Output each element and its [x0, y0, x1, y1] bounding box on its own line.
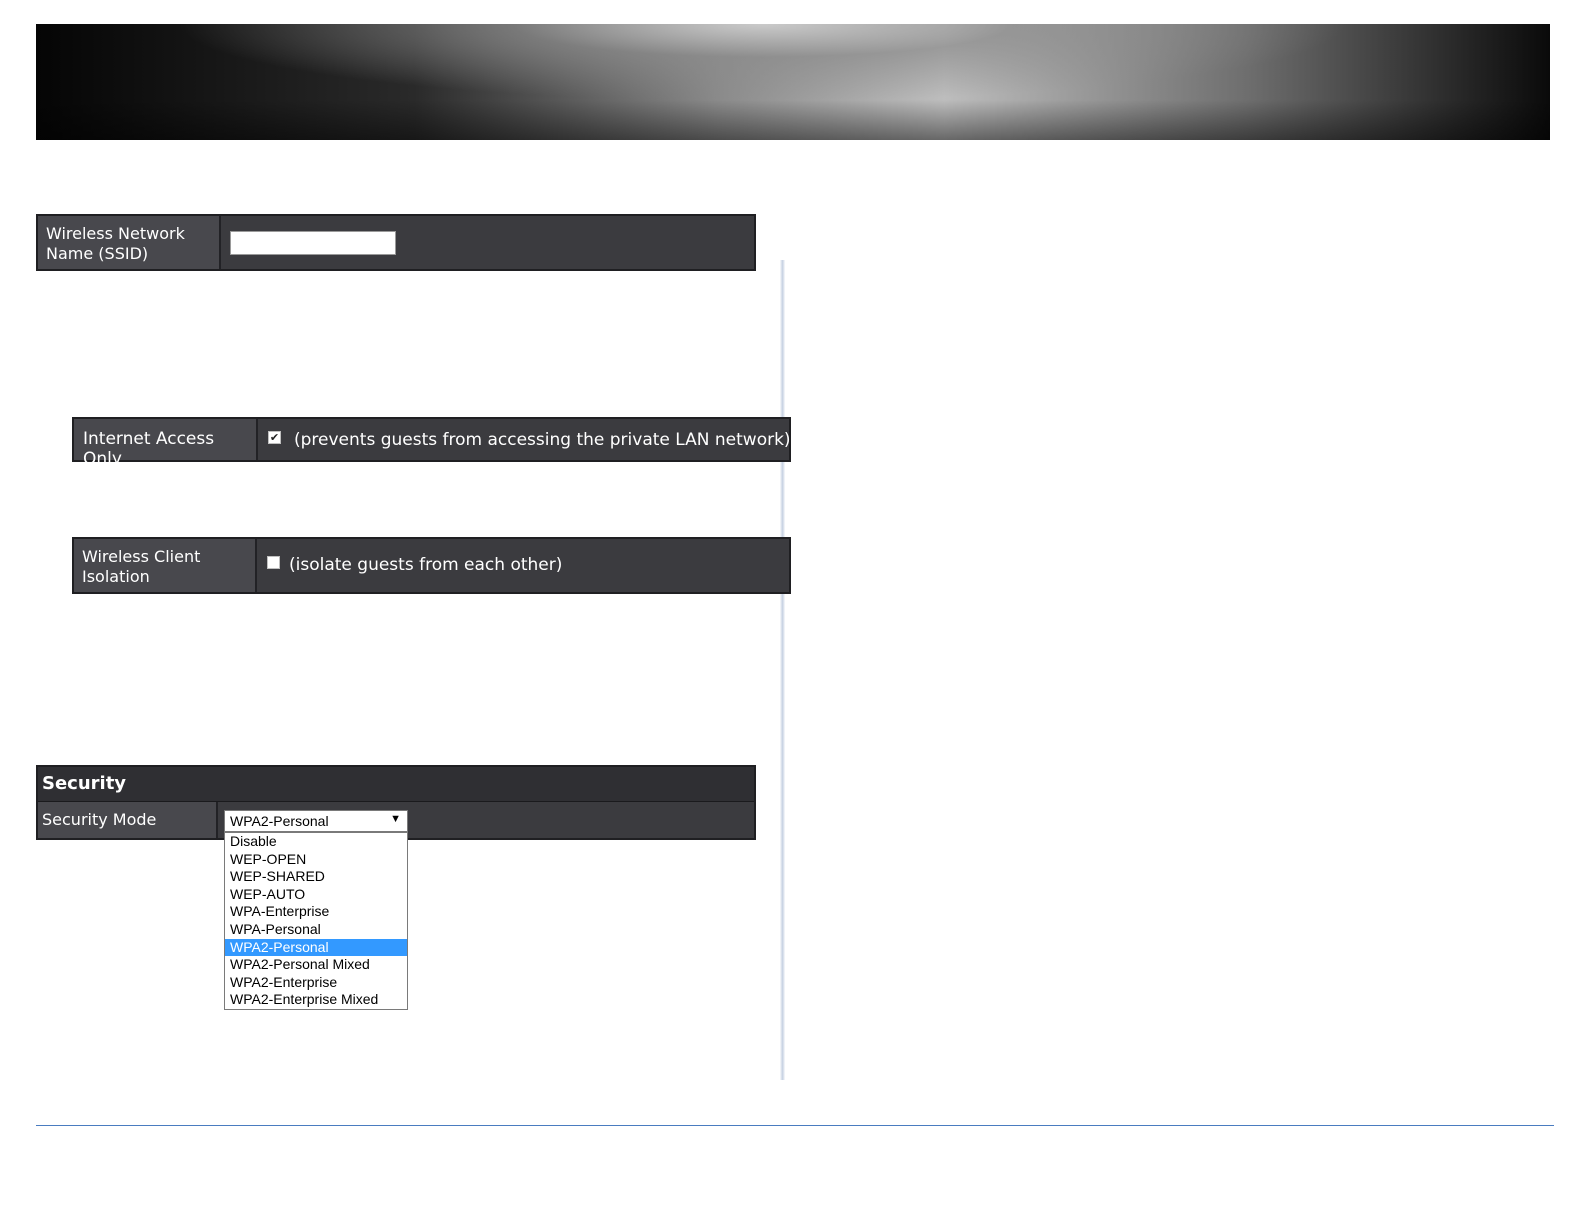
- dropdown-option[interactable]: WEP-AUTO: [225, 886, 407, 904]
- vertical-divider: [780, 260, 785, 1080]
- triangle-down-icon[interactable]: ▼: [390, 813, 401, 825]
- internet-access-checkbox[interactable]: ✔: [268, 431, 281, 444]
- client-isolation-panel: Wireless Client Isolation (isolate guest…: [72, 537, 791, 594]
- internet-access-value-cell: ✔ (prevents guests from accessing the pr…: [258, 419, 791, 460]
- security-header: Security: [38, 767, 754, 802]
- internet-access-panel: Internet Access Only ✔ (prevents guests …: [72, 417, 791, 469]
- dropdown-option[interactable]: WPA-Enterprise: [225, 903, 407, 921]
- dropdown-option[interactable]: WEP-SHARED: [225, 868, 407, 886]
- internet-access-label: Internet Access Only: [74, 419, 258, 469]
- client-isolation-description: (isolate guests from each other): [289, 555, 563, 575]
- ssid-input[interactable]: [230, 231, 396, 255]
- dropdown-option-selected[interactable]: WPA2-Personal: [225, 938, 407, 957]
- header-banner: [36, 24, 1550, 140]
- dropdown-option[interactable]: WEP-OPEN: [225, 851, 407, 869]
- security-mode-label: Security Mode: [38, 802, 218, 838]
- client-isolation-label: Wireless Client Isolation: [74, 539, 257, 592]
- client-isolation-value-cell: (isolate guests from each other): [257, 539, 789, 592]
- dropdown-option[interactable]: WPA-Personal: [225, 921, 407, 939]
- dropdown-option[interactable]: WPA2-Enterprise: [225, 974, 407, 992]
- ssid-label: Wireless Network Name (SSID): [38, 216, 221, 269]
- internet-access-description: (prevents guests from accessing the priv…: [294, 430, 791, 450]
- security-mode-select[interactable]: WPA2-Personal ▼: [224, 810, 408, 832]
- dropdown-option[interactable]: WPA2-Enterprise Mixed: [225, 991, 407, 1009]
- security-mode-dropdown: Disable WEP-OPEN WEP-SHARED WEP-AUTO WPA…: [224, 832, 408, 1010]
- checkmark-icon: ✔: [269, 431, 280, 444]
- footer-divider: [36, 1125, 1554, 1126]
- dropdown-option[interactable]: WPA2-Personal Mixed: [225, 956, 407, 974]
- ssid-panel: Wireless Network Name (SSID): [36, 214, 756, 271]
- client-isolation-checkbox[interactable]: [267, 556, 280, 569]
- ssid-value-cell: [221, 216, 754, 269]
- security-mode-selected-value: WPA2-Personal: [230, 813, 329, 829]
- dropdown-option[interactable]: Disable: [225, 833, 407, 851]
